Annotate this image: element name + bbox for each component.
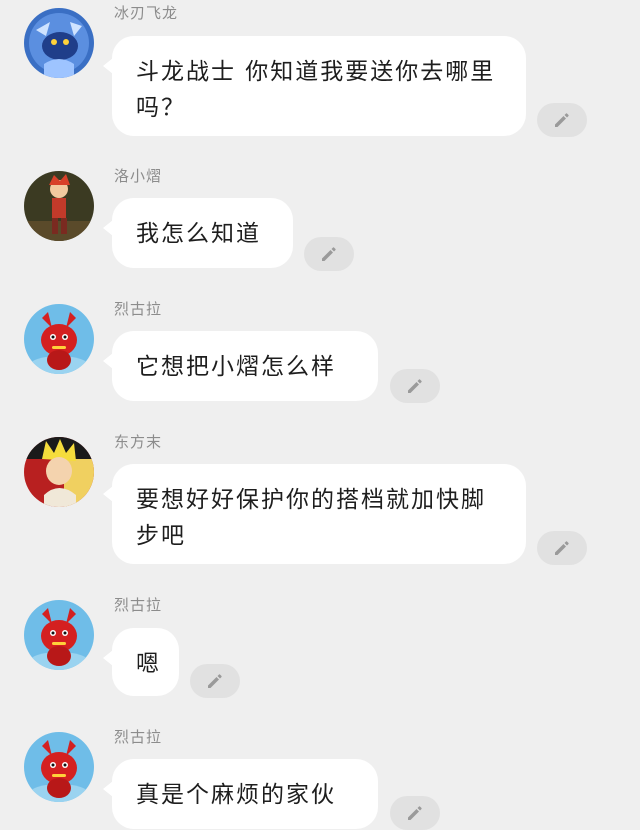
message-text: 斗龙战士 你知道我要送你去哪里吗？ bbox=[136, 59, 496, 121]
pencil-icon bbox=[408, 379, 422, 393]
message-bubble: 要想好好保护你的搭档就加快脚步吧 bbox=[103, 464, 526, 564]
red-dragon-avatar[interactable] bbox=[24, 732, 94, 802]
message-text: 我怎么知道 bbox=[136, 221, 261, 247]
pencil-icon bbox=[208, 674, 222, 688]
edit-button[interactable] bbox=[304, 237, 354, 271]
red-haired-boy-avatar[interactable] bbox=[24, 171, 94, 241]
red-dragon-avatar[interactable] bbox=[24, 600, 94, 670]
edit-button[interactable] bbox=[190, 664, 240, 698]
edit-button[interactable] bbox=[390, 796, 440, 830]
message-bubble: 真是个麻烦的家伙 bbox=[103, 759, 378, 829]
pencil-icon bbox=[555, 541, 569, 555]
pencil-icon bbox=[408, 806, 422, 820]
blonde-boy-avatar[interactable] bbox=[24, 437, 94, 507]
sender-name: 东方末 bbox=[114, 433, 163, 451]
red-dragon-avatar[interactable] bbox=[24, 304, 94, 374]
message-bubble: 斗龙战士 你知道我要送你去哪里吗？ bbox=[103, 36, 526, 136]
blue-dragon-avatar[interactable] bbox=[24, 8, 94, 78]
sender-name: 烈古拉 bbox=[114, 300, 163, 318]
sender-name: 烈古拉 bbox=[114, 596, 163, 614]
pencil-icon bbox=[555, 113, 569, 127]
edit-button[interactable] bbox=[537, 531, 587, 565]
message-bubble: 它想把小熠怎么样 bbox=[103, 331, 378, 401]
message-text: 要想好好保护你的搭档就加快脚步吧 bbox=[136, 487, 486, 549]
message-bubble: 我怎么知道 bbox=[103, 198, 293, 268]
pencil-icon bbox=[322, 247, 336, 261]
message-bubble: 嗯 bbox=[103, 628, 179, 696]
sender-name: 烈古拉 bbox=[114, 728, 163, 746]
message-text: 真是个麻烦的家伙 bbox=[136, 782, 336, 808]
edit-button[interactable] bbox=[537, 103, 587, 137]
sender-name: 冰刃飞龙 bbox=[114, 4, 179, 22]
message-text: 嗯 bbox=[136, 651, 161, 677]
edit-button[interactable] bbox=[390, 369, 440, 403]
message-text: 它想把小熠怎么样 bbox=[136, 354, 336, 380]
sender-name: 洛小熠 bbox=[114, 167, 163, 185]
